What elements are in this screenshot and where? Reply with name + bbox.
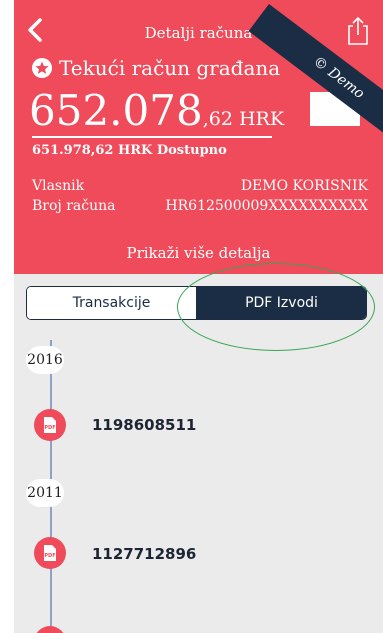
tab-pdf-statements[interactable]: PDF Izvodi <box>197 287 366 319</box>
share-icon[interactable] <box>344 16 372 46</box>
account-number-label: Broj računa <box>32 198 116 214</box>
balance-divider <box>32 136 272 138</box>
tab-transactions[interactable]: Transakcije <box>27 287 197 319</box>
star-icon[interactable] <box>32 58 52 78</box>
svg-text:PDF: PDF <box>44 553 55 559</box>
account-number-value: HR612500009XXXXXXXXXX <box>165 198 368 214</box>
year-label: 2016 <box>26 346 64 374</box>
page-title: Detalji računa <box>144 24 253 42</box>
pdf-icon[interactable]: PDF <box>34 409 66 441</box>
svg-text:PDF: PDF <box>44 425 55 431</box>
balance-amount: 652.078,62 HRK <box>29 90 284 140</box>
balance-decimal: ,62 HRK <box>202 108 285 130</box>
year-label: 2011 <box>26 479 64 507</box>
statement-tabs: Transakcije PDF Izvodi <box>26 286 367 320</box>
account-name-row: Tekući račun građana <box>32 56 280 80</box>
owner-row: Vlasnik DEMO KORISNIK <box>32 178 368 194</box>
statement-item[interactable]: 1198608511 <box>92 416 196 434</box>
account-number-row: Broj računa HR612500009XXXXXXXXXX <box>32 198 368 214</box>
available-balance: 651.978,62 HRK Dostupno <box>32 143 227 158</box>
pdf-icon[interactable] <box>34 626 66 633</box>
pdf-icon[interactable]: PDF <box>34 537 66 569</box>
account-header: Detalji računa Tekući račun građana 652.… <box>14 0 383 274</box>
show-more-details-link[interactable]: Prikaži više detalja <box>14 244 383 262</box>
owner-value: DEMO KORISNIK <box>240 178 368 194</box>
statement-item[interactable]: 1127712896 <box>92 545 196 563</box>
balance-main: 652.078 <box>29 86 203 135</box>
owner-label: Vlasnik <box>32 178 85 194</box>
app-screen: Detalji računa Tekući račun građana 652.… <box>14 0 383 633</box>
account-name: Tekući račun građana <box>59 56 281 80</box>
